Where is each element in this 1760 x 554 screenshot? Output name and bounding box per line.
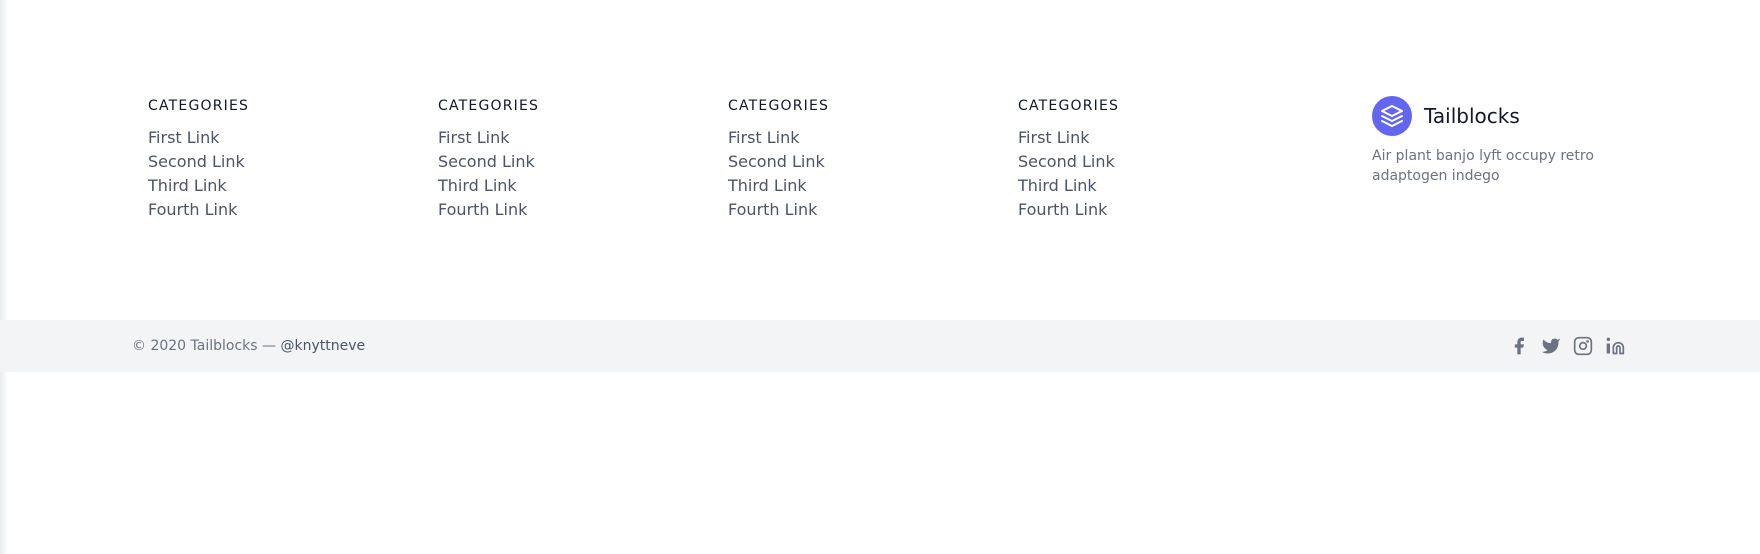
footer-link-fourth[interactable]: Fourth Link (148, 200, 237, 219)
footer-link-fourth[interactable]: Fourth Link (728, 200, 817, 219)
column-title: CATEGORIES (728, 98, 830, 114)
footer-link-first[interactable]: First Link (1018, 128, 1090, 147)
footer-link-second[interactable]: Second Link (148, 152, 245, 171)
layers-icon (1372, 96, 1412, 136)
footer-link-first[interactable]: First Link (438, 128, 510, 147)
footer-column-1: CATEGORIES First Link Second Link Third … (148, 97, 388, 222)
link-list: First Link Second Link Third Link Fourth… (1018, 126, 1258, 222)
footer-link-fourth[interactable]: Fourth Link (1018, 200, 1107, 219)
link-list: First Link Second Link Third Link Fourth… (148, 126, 388, 222)
footer-column-2: CATEGORIES First Link Second Link Third … (438, 97, 678, 222)
instagram-icon[interactable] (1573, 336, 1593, 356)
footer-link-first[interactable]: First Link (728, 128, 800, 147)
twitter-icon[interactable] (1541, 336, 1561, 356)
footer-link-second[interactable]: Second Link (728, 152, 825, 171)
column-title: CATEGORIES (148, 98, 250, 114)
social-links (1509, 320, 1625, 372)
link-list: First Link Second Link Third Link Fourth… (728, 126, 968, 222)
brand-block: Tailblocks Air plant banjo lyft occupy r… (1372, 96, 1672, 186)
footer-link-fourth[interactable]: Fourth Link (438, 200, 527, 219)
footer-bottom-bar: © 2020 Tailblocks — @knyttneve (0, 320, 1760, 372)
copyright-label: © 2020 Tailblocks — (132, 338, 277, 354)
column-title: CATEGORIES (1018, 98, 1120, 114)
copyright-text: © 2020 Tailblocks — @knyttneve (132, 320, 365, 372)
link-list: First Link Second Link Third Link Fourth… (438, 126, 678, 222)
brand-link[interactable]: Tailblocks (1372, 96, 1672, 136)
brand-description: Air plant banjo lyft occupy retro adapto… (1372, 148, 1594, 184)
footer-link-third[interactable]: Third Link (148, 176, 227, 195)
brand-name: Tailblocks (1424, 104, 1520, 128)
facebook-icon[interactable] (1509, 336, 1529, 356)
footer-link-first[interactable]: First Link (148, 128, 220, 147)
author-handle-link[interactable]: @knyttneve (280, 338, 365, 354)
linkedin-icon[interactable] (1605, 336, 1625, 356)
footer-column-4: CATEGORIES First Link Second Link Third … (1018, 97, 1258, 222)
footer-link-second[interactable]: Second Link (1018, 152, 1115, 171)
footer: CATEGORIES First Link Second Link Third … (0, 0, 1760, 320)
footer-link-second[interactable]: Second Link (438, 152, 535, 171)
footer-link-third[interactable]: Third Link (438, 176, 517, 195)
footer-column-3: CATEGORIES First Link Second Link Third … (728, 97, 968, 222)
column-title: CATEGORIES (438, 98, 540, 114)
footer-link-third[interactable]: Third Link (1018, 176, 1097, 195)
footer-link-third[interactable]: Third Link (728, 176, 807, 195)
